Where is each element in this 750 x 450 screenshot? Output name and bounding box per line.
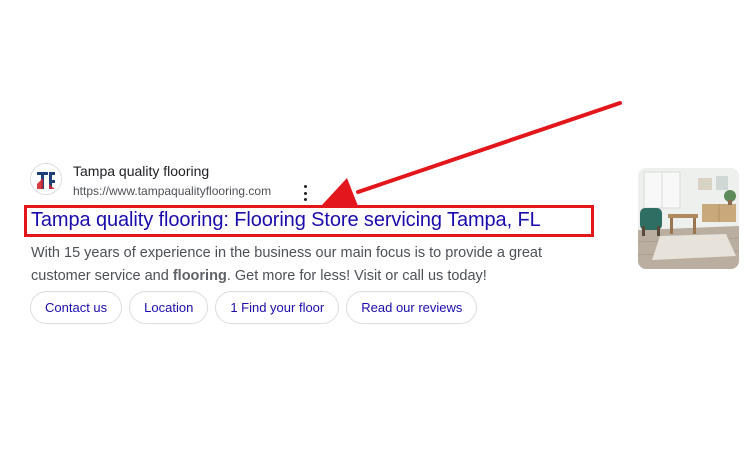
site-name[interactable]: Tampa quality flooring bbox=[73, 163, 209, 179]
sitelink-contact-us[interactable]: Contact us bbox=[30, 291, 123, 324]
more-vertical-icon[interactable] bbox=[298, 184, 312, 202]
sitelink-find-your-floor[interactable]: 1 Find your floor bbox=[215, 291, 340, 324]
snippet-keyword: flooring bbox=[172, 268, 227, 284]
snippet-text-end: . Get more for less! Visit or call us to… bbox=[226, 268, 487, 284]
result-title-link[interactable]: Tampa quality flooring: Flooring Store s… bbox=[31, 206, 541, 234]
site-logo-icon[interactable] bbox=[30, 163, 62, 195]
search-result-page: Tampa quality flooring https://www.tampa… bbox=[0, 0, 750, 450]
sitelink-location[interactable]: Location bbox=[129, 291, 209, 324]
result-snippet: With 15 years of experience in the busin… bbox=[31, 242, 591, 288]
sitelink-read-reviews[interactable]: Read our reviews bbox=[346, 291, 478, 324]
site-url[interactable]: https://www.tampaqualityflooring.com bbox=[73, 184, 271, 198]
sitelinks: Contact us Location 1 Find your floor Re… bbox=[30, 291, 478, 324]
result-thumbnail-image[interactable] bbox=[638, 168, 739, 269]
